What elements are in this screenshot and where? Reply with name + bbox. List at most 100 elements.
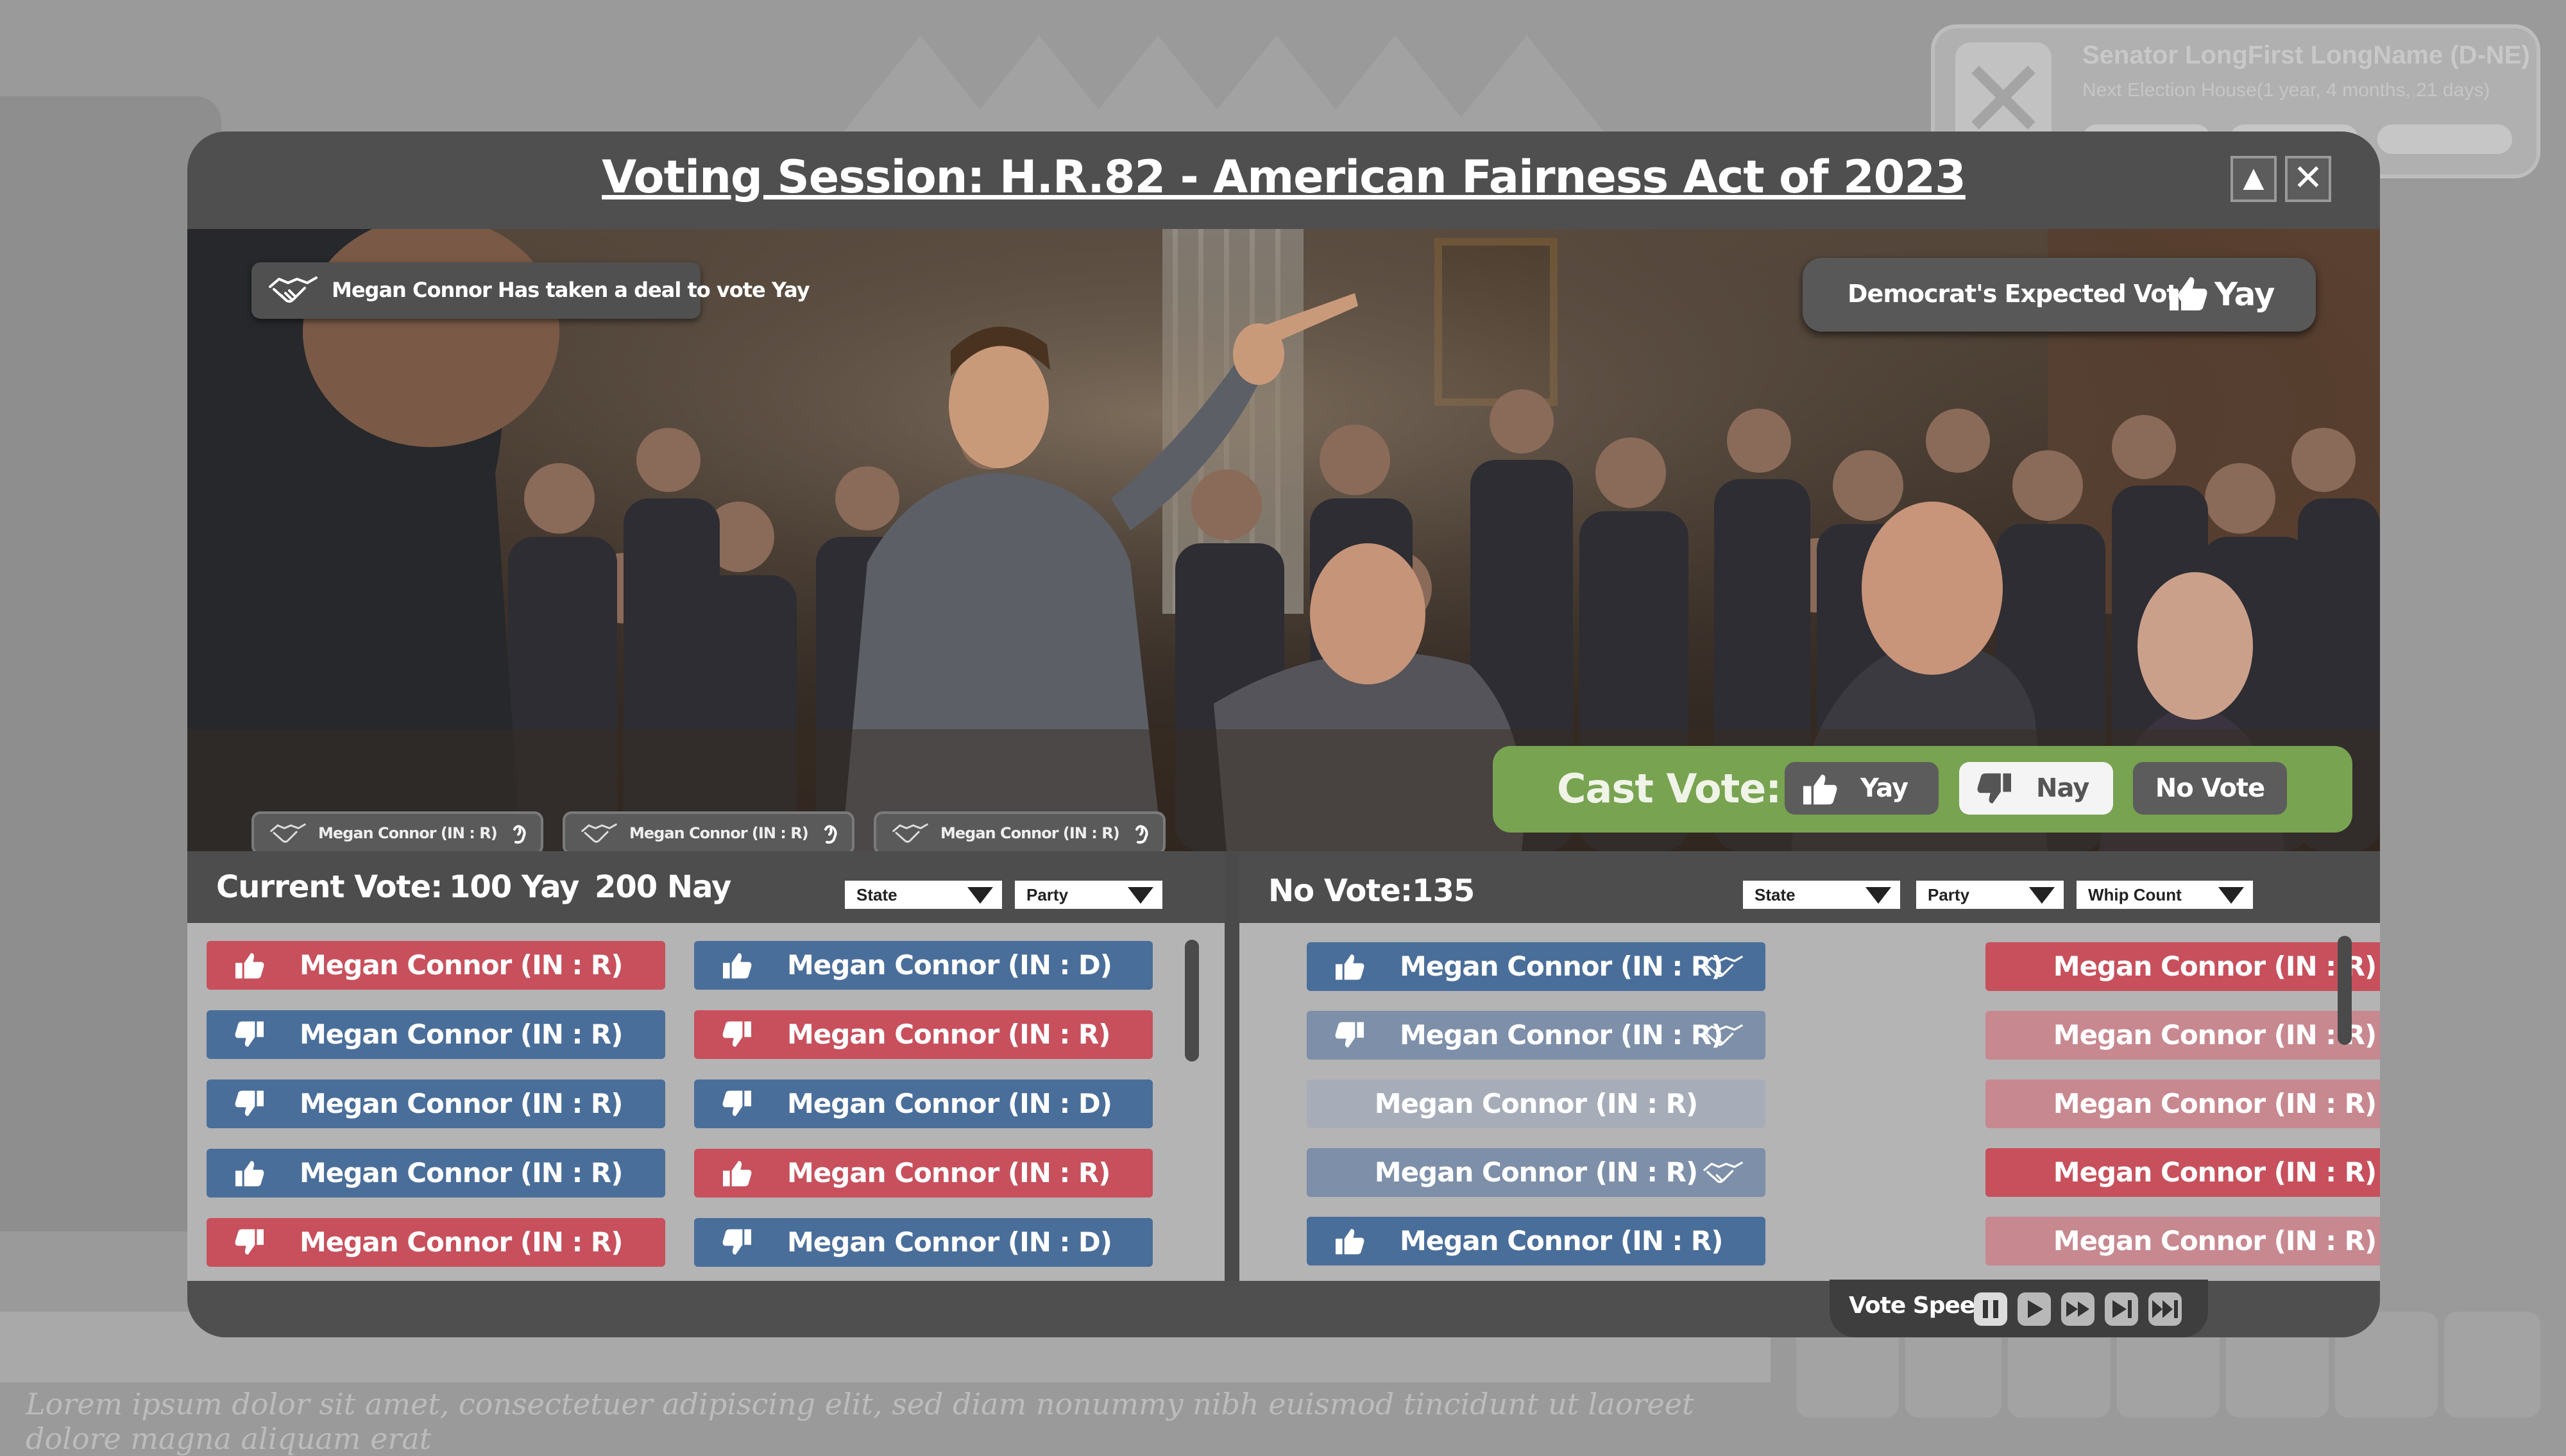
voter-name: Megan Connor (IN : R) [2053, 1156, 2377, 1188]
party-filter-dropdown[interactable]: Party [1015, 881, 1162, 909]
modal-footer: Vote Speed: [187, 1280, 2380, 1337]
voter-name: Megan Connor (IN : R) [300, 1157, 623, 1189]
background-footer-cell [2444, 1312, 2540, 1418]
fast-forward-button[interactable] [2061, 1292, 2094, 1326]
voter-name: Megan Connor (IN : R) [2053, 951, 2377, 982]
fast-forward-icon [2066, 1301, 2089, 1317]
deal-chip[interactable]: Megan Connor (IN : R) [874, 811, 1166, 851]
voter-row[interactable]: Megan Connor (IN : R) [1985, 1011, 2380, 1060]
senator-name: Senator LongFirst LongName (D-NE) [2082, 41, 2530, 69]
voter-name: Megan Connor (IN : R) [787, 1157, 1110, 1189]
state-filter-dropdown[interactable]: State [845, 881, 1002, 909]
expected-vote-label: Democrat's Expected Vote: [1848, 280, 2203, 308]
ear-icon [824, 825, 837, 844]
deal-chip[interactable]: Megan Connor (IN : R) [563, 811, 854, 851]
party-filter-label: Party [1026, 885, 1069, 904]
voter-row[interactable]: Megan Connor (IN : R) [1307, 1079, 1765, 1128]
play-button[interactable] [2018, 1292, 2051, 1326]
voter-row[interactable]: Megan Connor (IN : R) [694, 1149, 1153, 1198]
no-vote-panel: No Vote:135 State Party Whip Count Megan… [1239, 851, 2380, 1281]
voter-row[interactable]: Megan Connor (IN : R) [207, 1149, 665, 1198]
thumbs-up-icon [235, 953, 264, 979]
voter-name: Megan Connor (IN : R) [2053, 1088, 2377, 1119]
voter-row[interactable]: Megan Connor (IN : R) [1985, 942, 2380, 991]
cast-nay-label: Nay [2036, 774, 2089, 803]
chevron-down-icon [1865, 887, 1891, 904]
voter-name: Megan Connor (IN : R) [300, 1088, 623, 1119]
no-vote-scrollbar[interactable] [2338, 936, 2352, 1045]
vote-speed-control: Vote Speed: [1830, 1280, 2208, 1337]
skip-button[interactable] [2105, 1292, 2138, 1326]
voter-name: Megan Connor (IN : R) [1400, 951, 1723, 982]
close-icon: ✕ [2293, 157, 2324, 198]
deal-chip-label: Megan Connor (IN : R) [629, 824, 809, 842]
chevron-down-icon [1128, 887, 1153, 904]
expected-vote-value: Yay [2214, 276, 2275, 313]
voter-name: Megan Connor (IN : R) [1374, 1156, 1698, 1188]
state-filter-label: State [1755, 885, 1796, 904]
cast-yay-button[interactable]: Yay [1785, 762, 1939, 815]
background-tab-decoration [1318, 35, 1472, 131]
no-vote-label: No Vote:135 [1268, 873, 1475, 909]
thumbs-up-icon [1803, 774, 1837, 805]
voter-row[interactable]: Megan Connor (IN : R) [1985, 1217, 2380, 1266]
minimize-button[interactable]: ▲ [2230, 156, 2277, 202]
voter-name: Megan Connor (IN : R) [2053, 1019, 2377, 1051]
state-filter-dropdown[interactable]: State [1743, 881, 1900, 909]
voter-row[interactable]: Megan Connor (IN : D) [694, 941, 1153, 990]
cast-no-vote-label: No Vote [2155, 774, 2265, 803]
voter-row[interactable]: Megan Connor (IN : R) [694, 1010, 1153, 1059]
skip-icon [2112, 1300, 2132, 1318]
cast-no-vote-button[interactable]: No Vote [2133, 762, 2287, 815]
current-vote-label: Current Vote: [216, 869, 443, 905]
voter-row[interactable]: Megan Connor (IN : R) [207, 1010, 665, 1059]
pause-button[interactable] [1974, 1292, 2007, 1326]
voter-row[interactable]: Megan Connor (IN : R) [1985, 1079, 2380, 1128]
senator-action-pill[interactable] [2377, 124, 2512, 154]
voter-row[interactable]: Megan Connor (IN : D) [694, 1079, 1153, 1128]
voter-row[interactable]: Megan Connor (IN : R) [1307, 942, 1765, 991]
cast-nay-button[interactable]: Nay [1959, 762, 2113, 815]
thumbs-up-icon [723, 953, 752, 979]
voter-row[interactable]: Megan Connor (IN : R) [1307, 1148, 1765, 1197]
thumbs-up-icon [1336, 954, 1364, 980]
thumbs-down-icon [722, 1229, 751, 1255]
party-filter-label: Party [1928, 885, 1970, 904]
voter-row[interactable]: Megan Connor (IN : R) [207, 941, 665, 990]
senator-next-election: Next Election House(1 year, 4 months, 21… [2082, 80, 2490, 101]
play-icon [2028, 1300, 2043, 1318]
skip-end-button[interactable] [2148, 1292, 2182, 1326]
nay-count: 200 Nay [595, 869, 731, 905]
current-vote-panel: Current Vote: 100 Yay 200 Nay State Part… [187, 851, 1225, 1281]
thumbs-up-icon [235, 1161, 264, 1187]
state-filter-label: State [856, 885, 897, 904]
handshake-icon [892, 823, 928, 843]
current-vote-scrollbar[interactable] [1185, 940, 1199, 1062]
voter-row[interactable]: Megan Connor (IN : R) [207, 1079, 665, 1128]
deal-chip-label: Megan Connor (IN : R) [940, 824, 1120, 842]
whip-count-filter-dropdown[interactable]: Whip Count [2077, 881, 2253, 909]
panel-divider [1225, 851, 1239, 1281]
voter-name: Megan Connor (IN : D) [787, 1226, 1112, 1258]
thumbs-down-icon [1335, 1022, 1364, 1047]
voter-row[interactable]: Megan Connor (IN : R) [1985, 1148, 2380, 1197]
handshake-icon [1703, 956, 1743, 978]
voter-row[interactable]: Megan Connor (IN : R) [1307, 1217, 1765, 1266]
expected-vote-box: Democrat's Expected Vote: Yay [1803, 258, 2316, 332]
voter-row[interactable]: Megan Connor (IN : R) [207, 1218, 665, 1267]
voter-name: Megan Connor (IN : R) [300, 1226, 623, 1258]
close-button[interactable]: ✕ [2285, 156, 2331, 202]
party-filter-dropdown[interactable]: Party [1916, 881, 2064, 909]
voter-row[interactable]: Megan Connor (IN : R) [1307, 1011, 1765, 1060]
deal-chip-label: Megan Connor (IN : R) [318, 824, 498, 842]
background-footer-text: Lorem ipsum dolor sit amet, consectetuer… [26, 1387, 1694, 1456]
cast-yay-label: Yay [1860, 774, 1908, 803]
deal-chip[interactable]: Megan Connor (IN : R) [251, 811, 543, 851]
voter-row[interactable]: Megan Connor (IN : D) [694, 1218, 1153, 1267]
background-tab-decoration [1450, 35, 1604, 131]
voter-name: Megan Connor (IN : D) [787, 1088, 1112, 1119]
whip-count-filter-label: Whip Count [2088, 885, 2182, 904]
modal-title: Voting Session: H.R.82 - American Fairne… [602, 151, 1966, 203]
thumbs-down-icon [235, 1229, 264, 1255]
thumbs-down-icon [1977, 773, 2011, 804]
